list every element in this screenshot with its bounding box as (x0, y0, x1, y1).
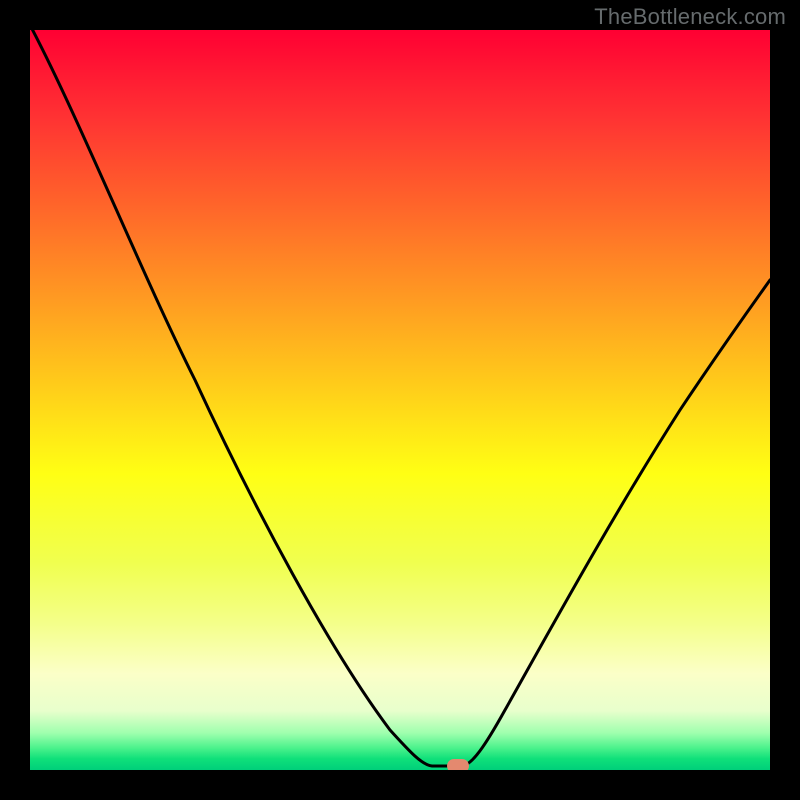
optimal-point-marker (447, 759, 469, 770)
bottleneck-curve (30, 30, 770, 770)
watermark-text: TheBottleneck.com (594, 4, 786, 30)
curve-path (30, 30, 770, 766)
chart-plot-area (30, 30, 770, 770)
